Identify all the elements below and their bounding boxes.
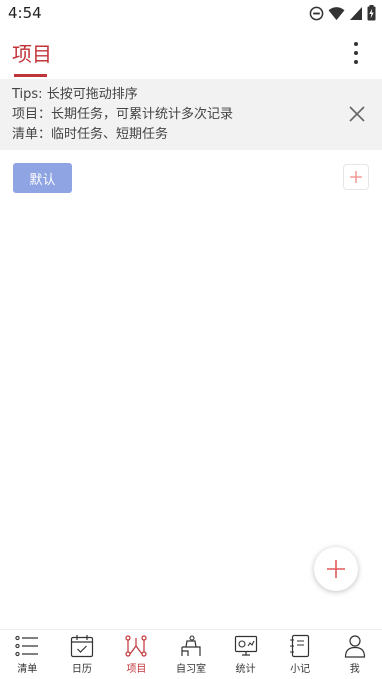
add-category-button[interactable]	[343, 164, 369, 190]
more-vertical-icon	[354, 51, 358, 55]
close-icon[interactable]	[348, 105, 366, 123]
title-underline	[14, 74, 47, 77]
profile-icon	[344, 635, 365, 658]
notebook-icon	[290, 634, 310, 658]
nav-item-project[interactable]: 项目	[109, 630, 164, 679]
tips-line: 清单：临时任务、短期任务	[12, 127, 169, 142]
add-project-fab[interactable]	[314, 547, 358, 591]
nav-label: 日历	[71, 664, 92, 675]
more-vertical-icon	[354, 42, 358, 46]
tips-line: 项目：长期任务，可累计统计多次记录	[12, 107, 234, 122]
status-icons	[309, 5, 376, 21]
nav-item-statistics[interactable]: 统计	[218, 630, 273, 679]
signal-icon	[350, 6, 362, 20]
study-room-icon	[181, 635, 201, 656]
nav-label: 自习室	[176, 664, 207, 675]
statistics-icon	[234, 635, 257, 656]
nav-item-list[interactable]: 清单	[0, 630, 55, 679]
nav-label: 清单	[17, 664, 38, 675]
bottom-nav: 清单 日历 项目 自习室 统计 小记 我	[0, 629, 382, 679]
calendar-icon	[70, 635, 93, 658]
tips-box: Tips: 长按可拖动排序 项目：长期任务，可累计统计多次记录 清单：临时任务、…	[0, 79, 382, 150]
plus-icon	[350, 171, 362, 183]
nav-item-notes[interactable]: 小记	[273, 630, 328, 679]
battery-charging-icon	[367, 5, 376, 21]
tips-line: Tips: 长按可拖动排序	[12, 87, 138, 102]
do-not-disturb-icon	[309, 6, 324, 20]
list-icon	[15, 635, 39, 657]
more-vertical-icon	[354, 60, 358, 64]
nav-item-study-room[interactable]: 自习室	[164, 630, 219, 679]
plus-icon	[327, 560, 345, 578]
nav-label: 统计	[235, 664, 256, 675]
more-options-button[interactable]	[344, 40, 368, 66]
nav-item-calendar[interactable]: 日历	[55, 630, 110, 679]
page-title: 项目	[12, 42, 52, 66]
status-time: 4:54	[8, 4, 42, 22]
project-icon	[125, 635, 148, 657]
nav-label: 项目	[126, 664, 147, 675]
nav-item-me[interactable]: 我	[327, 630, 382, 679]
status-bar: 4:54	[0, 0, 382, 26]
nav-label: 小记	[290, 664, 311, 675]
wifi-icon	[328, 6, 345, 20]
app-header: 项目	[0, 28, 382, 78]
nav-label: 我	[349, 664, 360, 675]
category-chip-default[interactable]: 默认	[13, 163, 72, 193]
